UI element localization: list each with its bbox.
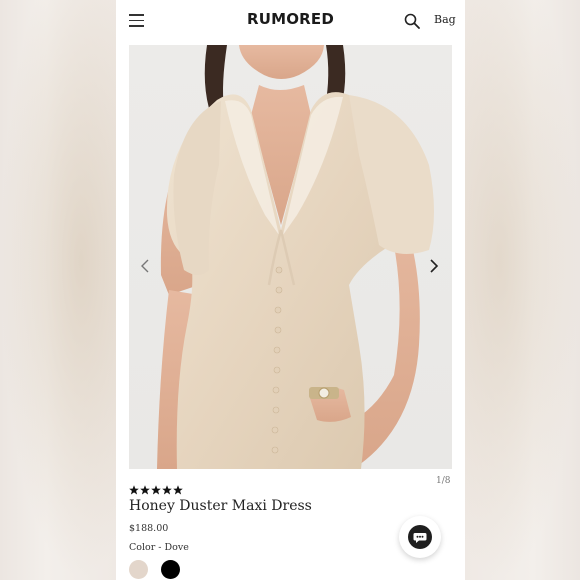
star-icon — [129, 485, 139, 495]
star-icon — [162, 485, 172, 495]
product-image[interactable] — [129, 45, 452, 469]
product-title: Honey Duster Maxi Dress — [129, 498, 312, 514]
chevron-right-icon[interactable] — [427, 257, 441, 275]
background-blur-left — [0, 0, 116, 580]
color-swatch-black[interactable] — [161, 560, 180, 579]
star-icon — [140, 485, 150, 495]
chat-button[interactable] — [399, 516, 441, 558]
chat-bubble-icon — [408, 525, 432, 549]
bag-link[interactable]: Bag — [434, 13, 456, 26]
color-label: Color - Dove — [129, 542, 189, 553]
model-in-dress-illustration — [157, 45, 434, 469]
image-counter: 1/8 — [436, 476, 451, 486]
phone-screen: RUMORED Bag 1/8 Honey Duster Maxi Dress … — [116, 0, 465, 580]
background-blur-right — [465, 0, 580, 580]
search-icon[interactable] — [404, 13, 420, 29]
star-icon — [173, 485, 183, 495]
star-icon — [151, 485, 161, 495]
product-price: $188.00 — [129, 523, 169, 534]
top-navigation-bar: RUMORED Bag — [116, 0, 465, 44]
product-rating[interactable] — [129, 485, 183, 497]
color-swatch-dove[interactable] — [129, 560, 148, 579]
chevron-left-icon[interactable] — [138, 257, 152, 275]
